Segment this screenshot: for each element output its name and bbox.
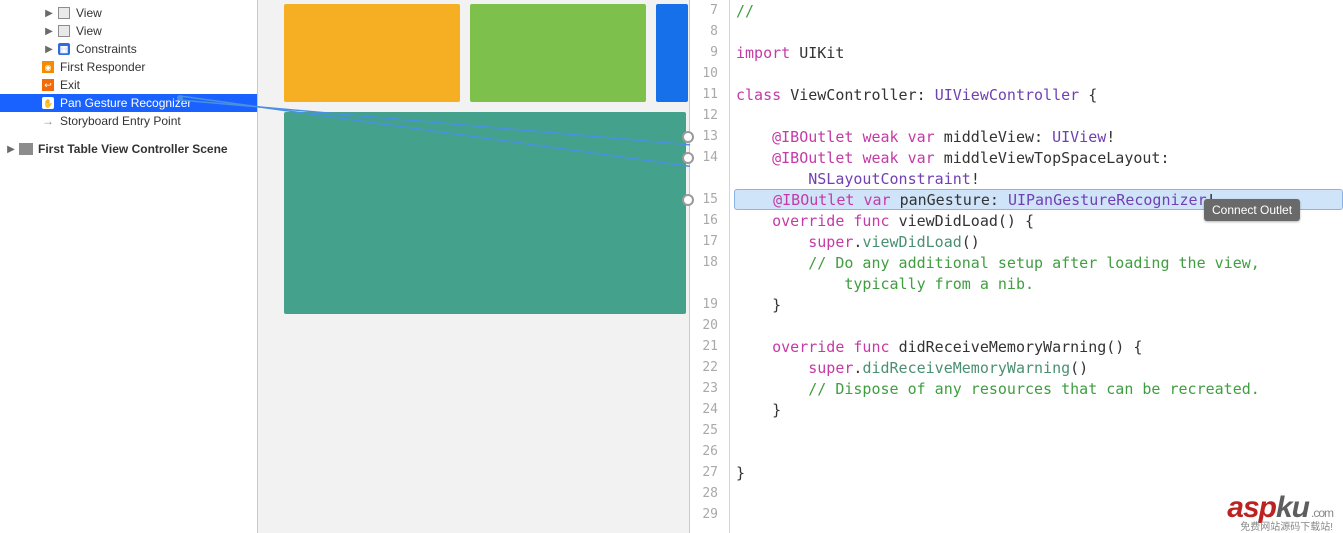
outline-item-pan-gesture-recognizer[interactable]: ▶ ✋ Pan Gesture Recognizer — [0, 94, 257, 112]
line-number[interactable]: 18 — [690, 255, 724, 270]
outline-item-label: Pan Gesture Recognizer — [60, 96, 191, 110]
line-number[interactable]: 11 — [690, 87, 724, 102]
code-line[interactable]: import UIKit — [736, 42, 1343, 63]
code-line[interactable]: super.viewDidLoad() — [736, 231, 1343, 252]
code-line[interactable]: class ViewController: UIViewController { — [736, 84, 1343, 105]
outline-item-view-2[interactable]: ▶ View — [0, 22, 257, 40]
code-line[interactable] — [736, 315, 1343, 336]
outline-item-exit[interactable]: ▶ ↩ Exit — [0, 76, 257, 94]
line-number[interactable]: 26 — [690, 444, 724, 459]
disclosure-triangle-icon[interactable]: ▶ — [44, 44, 54, 55]
line-number[interactable]: 17 — [690, 234, 724, 249]
line-number[interactable]: 27 — [690, 465, 724, 480]
code-line[interactable] — [736, 441, 1343, 462]
editor-gutter[interactable]: 7 8 9 10 11 12 13 14 15 16 17 18 19 20 2… — [690, 0, 730, 533]
code-line[interactable]: override func didReceiveMemoryWarning() … — [736, 336, 1343, 357]
outline-item-label: View — [76, 6, 102, 20]
outline-item-label: View — [76, 24, 102, 38]
line-number[interactable]: 14 — [690, 150, 724, 165]
outlet-connection-well-icon[interactable] — [682, 152, 694, 164]
line-number[interactable]: 23 — [690, 381, 724, 396]
entry-point-arrow-icon: → — [40, 114, 56, 128]
line-number[interactable]: 28 — [690, 486, 724, 501]
outlet-connection-well-icon[interactable] — [682, 194, 694, 206]
line-number[interactable]: 22 — [690, 360, 724, 375]
line-number[interactable]: 19 — [690, 297, 724, 312]
interface-builder-canvas[interactable] — [258, 0, 690, 533]
outline-item-first-responder[interactable]: ▶ ◉ First Responder — [0, 58, 257, 76]
line-number[interactable]: 8 — [690, 24, 724, 39]
code-line[interactable]: NSLayoutConstraint! — [736, 168, 1343, 189]
code-line[interactable]: // Do any additional setup after loading… — [736, 252, 1343, 273]
outline-item-constraints[interactable]: ▶ ▦ Constraints — [0, 40, 257, 58]
disclosure-triangle-icon[interactable]: ▶ — [6, 144, 16, 155]
canvas-view-blue[interactable] — [656, 4, 688, 102]
connect-outlet-tooltip: Connect Outlet — [1204, 199, 1300, 221]
line-number[interactable]: 25 — [690, 423, 724, 438]
line-number[interactable]: 13 — [690, 129, 724, 144]
line-number[interactable]: 29 — [690, 507, 724, 522]
source-editor[interactable]: 7 8 9 10 11 12 13 14 15 16 17 18 19 20 2… — [690, 0, 1343, 533]
code-line[interactable]: // Dispose of any resources that can be … — [736, 378, 1343, 399]
outline-item-label: Constraints — [76, 42, 137, 56]
canvas-view-teal[interactable] — [284, 112, 686, 314]
constraints-icon: ▦ — [56, 42, 72, 56]
outline-item-label: First Table View Controller Scene — [38, 142, 228, 156]
code-line[interactable]: @IBOutlet weak var middleView: UIView! — [736, 126, 1343, 147]
aspku-watermark-tagline: 免费网站源码下载站! — [1240, 518, 1333, 533]
outline-item-first-table-view-controller-scene[interactable]: ▶ First Table View Controller Scene — [0, 140, 257, 158]
line-number[interactable]: 9 — [690, 45, 724, 60]
code-line[interactable] — [736, 21, 1343, 42]
code-line[interactable]: @IBOutlet weak var middleViewTopSpaceLay… — [736, 147, 1343, 168]
line-number[interactable]: 15 — [690, 192, 724, 207]
code-line[interactable]: } — [736, 462, 1343, 483]
line-number[interactable]: 7 — [690, 3, 724, 18]
outlet-connection-well-icon[interactable] — [682, 131, 694, 143]
line-number[interactable]: 24 — [690, 402, 724, 417]
line-number[interactable]: 20 — [690, 318, 724, 333]
disclosure-triangle-icon[interactable]: ▶ — [44, 8, 54, 19]
first-responder-icon: ◉ — [40, 60, 56, 74]
line-number[interactable]: 16 — [690, 213, 724, 228]
scene-icon — [18, 142, 34, 156]
view-icon — [56, 6, 72, 20]
outline-tree: ▶ View ▶ View ▶ ▦ Constraints ▶ ◉ First … — [0, 0, 257, 158]
line-number[interactable]: 21 — [690, 339, 724, 354]
canvas-view-green[interactable] — [470, 4, 646, 102]
code-line[interactable] — [736, 105, 1343, 126]
code-line[interactable]: typically from a nib. — [736, 273, 1343, 294]
code-line[interactable]: super.didReceiveMemoryWarning() — [736, 357, 1343, 378]
exit-icon: ↩ — [40, 78, 56, 92]
code-line[interactable] — [736, 420, 1343, 441]
outline-item-label: First Responder — [60, 60, 145, 74]
outline-item-view-1[interactable]: ▶ View — [0, 4, 257, 22]
gesture-recognizer-icon: ✋ — [40, 96, 56, 110]
disclosure-triangle-icon[interactable]: ▶ — [44, 26, 54, 37]
code-line[interactable]: // — [736, 0, 1343, 21]
view-icon — [56, 24, 72, 38]
document-outline-panel: ▶ View ▶ View ▶ ▦ Constraints ▶ ◉ First … — [0, 0, 258, 533]
code-line[interactable]: } — [736, 294, 1343, 315]
outline-item-label: Exit — [60, 78, 80, 92]
line-number[interactable]: 10 — [690, 66, 724, 81]
code-body[interactable]: // import UIKit class ViewController: UI… — [736, 0, 1343, 525]
outline-item-label: Storyboard Entry Point — [60, 114, 181, 128]
outline-item-storyboard-entry-point[interactable]: ▶ → Storyboard Entry Point — [0, 112, 257, 130]
canvas-view-orange[interactable] — [284, 4, 460, 102]
code-line[interactable]: } — [736, 399, 1343, 420]
code-line[interactable] — [736, 63, 1343, 84]
line-number[interactable]: 12 — [690, 108, 724, 123]
